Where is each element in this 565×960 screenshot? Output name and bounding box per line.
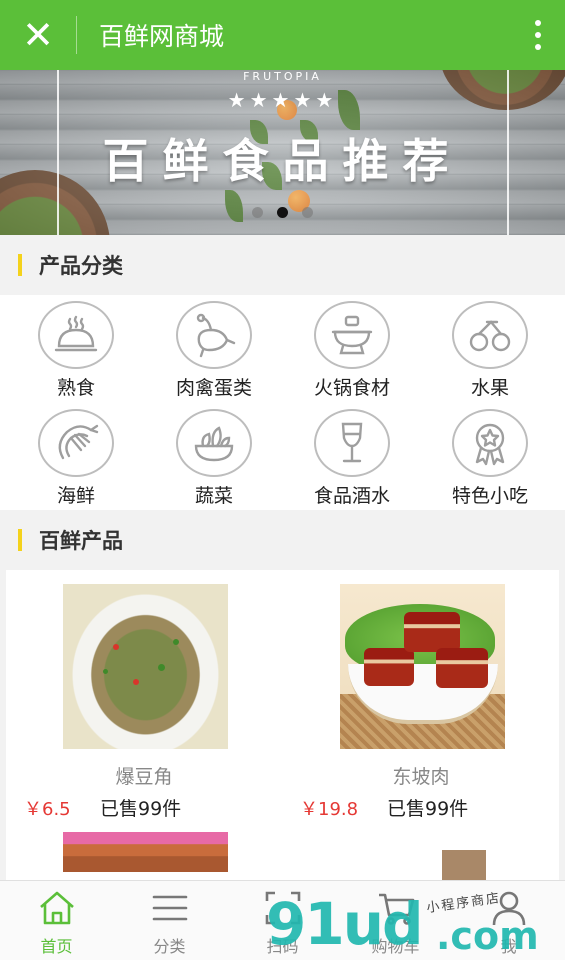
title-divider	[76, 16, 77, 54]
carousel-dot[interactable]	[302, 207, 313, 218]
product-name: 爆豆角	[115, 766, 173, 788]
category-item[interactable]: 火锅食材	[282, 295, 422, 400]
category-label: 蔬菜	[194, 485, 233, 507]
tab-label: 我	[500, 937, 517, 956]
product-sold-count: 已售99件	[100, 798, 182, 820]
category-label: 海鲜	[56, 485, 95, 507]
product-image[interactable]	[442, 850, 486, 880]
category-label: 熟食	[56, 377, 95, 399]
wine-glass-icon	[314, 409, 390, 477]
tab-cart[interactable]: 购物车	[339, 881, 452, 960]
banner-stars: ★★★★★	[227, 88, 338, 112]
category-label: 特色小吃	[451, 485, 528, 507]
category-item[interactable]: 海鲜	[6, 403, 146, 508]
banner-brand: FRUTOPIA	[243, 70, 322, 83]
tab-label: 扫码	[266, 937, 299, 956]
award-badge-icon	[452, 409, 528, 477]
category-item[interactable]: 肉禽蛋类	[144, 295, 284, 400]
app-root: ✕ 百鲜网商城 FRUTOPIA ★★★★★ 百鲜食品推荐 产品分类 熟食 肉禽…	[0, 0, 565, 960]
category-item[interactable]: 食品酒水	[282, 403, 422, 508]
carousel-dots	[252, 207, 313, 218]
carousel-dot-active[interactable]	[277, 207, 288, 218]
banner-title: 百鲜食品推荐	[102, 134, 463, 188]
bottom-tab-bar: 首页 分类 扫码 购物车 我	[0, 880, 565, 960]
home-icon	[37, 889, 77, 927]
category-item[interactable]: 特色小吃	[420, 403, 560, 508]
product-sold-count: 已售99件	[387, 798, 469, 820]
category-label: 肉禽蛋类	[175, 377, 252, 399]
section-title: 产品分类	[39, 254, 123, 278]
section-title: 百鲜产品	[39, 529, 123, 553]
carousel-dot[interactable]	[252, 207, 263, 218]
category-label: 食品酒水	[313, 485, 390, 507]
tab-label: 首页	[40, 937, 73, 956]
tab-scan[interactable]: 扫码	[226, 881, 339, 960]
promo-banner[interactable]: FRUTOPIA ★★★★★ 百鲜食品推荐	[0, 70, 565, 235]
section-header-products: 百鲜产品	[0, 510, 565, 570]
category-grid: 熟食 肉禽蛋类 火锅食材 水果 海鲜 蔬菜 食品酒水 特色小吃	[0, 295, 565, 510]
close-button[interactable]: ✕	[0, 0, 76, 70]
top-bar: ✕ 百鲜网商城	[0, 0, 565, 70]
tab-label: 分类	[153, 937, 186, 956]
section-accent-bar	[18, 254, 22, 276]
section-header-categories: 产品分类	[0, 235, 565, 295]
shrimp-icon	[38, 409, 114, 477]
category-label: 水果	[470, 377, 509, 399]
product-card[interactable]: 爆豆角 ￥6.5 已售99件	[6, 570, 282, 830]
tab-categories[interactable]: 分类	[113, 881, 226, 960]
product-list: 爆豆角 ￥6.5 已售99件 东坡肉 ￥19.8 已售99件	[6, 570, 559, 880]
tab-home[interactable]: 首页	[0, 881, 113, 960]
cart-icon	[376, 889, 416, 927]
category-item[interactable]: 水果	[420, 295, 560, 400]
product-image[interactable]	[63, 584, 228, 749]
category-label: 火锅食材	[313, 377, 390, 399]
chicken-icon	[176, 301, 252, 369]
scan-icon	[263, 889, 303, 927]
food-cloche-icon	[38, 301, 114, 369]
more-vertical-icon[interactable]	[511, 0, 565, 70]
menu-list-icon	[150, 889, 190, 927]
vegetable-bowl-icon	[176, 409, 252, 477]
tab-me[interactable]: 我	[452, 881, 565, 960]
section-accent-bar	[18, 529, 22, 551]
category-item[interactable]: 蔬菜	[144, 403, 284, 508]
product-price: ￥19.8	[300, 799, 359, 820]
user-icon	[489, 889, 529, 927]
close-icon: ✕	[22, 13, 54, 57]
product-image[interactable]	[63, 832, 228, 872]
tab-label: 购物车	[371, 937, 420, 956]
product-image[interactable]	[340, 584, 505, 749]
hotpot-icon	[314, 301, 390, 369]
page-title: 百鲜网商城	[99, 22, 225, 51]
product-name: 东坡肉	[392, 766, 450, 788]
product-card[interactable]: 东坡肉 ￥19.8 已售99件	[283, 570, 559, 830]
cherry-icon	[452, 301, 528, 369]
category-item[interactable]: 熟食	[6, 295, 146, 400]
product-price: ￥6.5	[24, 799, 71, 820]
